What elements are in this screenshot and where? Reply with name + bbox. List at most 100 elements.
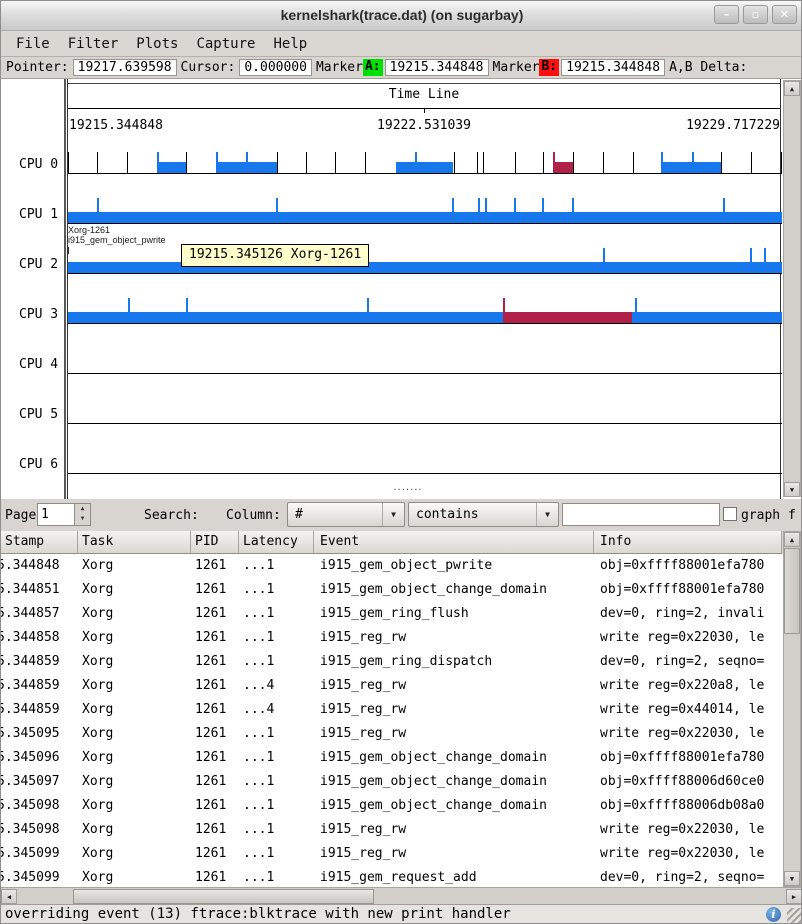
pointer-bar: Pointer: 19217.639598 Cursor: 0.000000 M…: [1, 57, 802, 79]
task-event-tick: [723, 198, 725, 223]
cell-info: obj=0xffff88001efa780: [594, 554, 782, 578]
table-row[interactable]: 5.345098Xorg1261...1i915_reg_rwwrite reg…: [1, 818, 783, 842]
graph-scroll-up-icon[interactable]: ▲: [784, 81, 800, 96]
cell-info: dev=0, ring=2, seqno=: [594, 650, 782, 674]
search-input[interactable]: [562, 503, 720, 526]
cell-info: write reg=0x22030, le: [594, 818, 782, 842]
task-event-tick: [750, 248, 752, 273]
cpu-baseline: [68, 323, 782, 324]
pointer-label: Pointer:: [4, 60, 71, 75]
hscroll-thumb[interactable]: [73, 889, 374, 904]
cell-info: obj=0xffff88001efa780: [594, 746, 782, 770]
table-row[interactable]: 5.345098Xorg1261...1i915_gem_object_chan…: [1, 794, 783, 818]
menu-capture[interactable]: Capture: [187, 33, 264, 55]
col-header-task[interactable]: Task: [78, 531, 191, 554]
scroll-left-icon[interactable]: ◀: [1, 889, 17, 904]
cell-pid: 1261: [191, 818, 239, 842]
col-header-event[interactable]: Event: [314, 531, 594, 554]
cell-latency: ...1: [239, 626, 314, 650]
cell-stamp: 5.345096: [1, 746, 78, 770]
table-row[interactable]: 5.344859Xorg1261...4i915_reg_rwwrite reg…: [1, 698, 783, 722]
match-select[interactable]: contains ▼: [408, 502, 559, 527]
col-header-pid[interactable]: PID: [191, 531, 239, 554]
cell-info: dev=0, ring=2, seqno=: [594, 866, 782, 887]
graph-follows-label: graph f: [741, 508, 796, 523]
scroll-right-icon[interactable]: ▶: [786, 889, 802, 904]
menu-plots[interactable]: Plots: [127, 33, 187, 55]
event-tick: [68, 152, 69, 173]
cell-event: i915_reg_rw: [314, 722, 594, 746]
table-row[interactable]: 5.345095Xorg1261...1i915_reg_rwwrite reg…: [1, 722, 783, 746]
cell-latency: ...1: [239, 554, 314, 578]
table-scroll-up-icon[interactable]: ▲: [784, 532, 800, 547]
table-vscrollbar[interactable]: ▲ ▼: [783, 531, 801, 887]
table-row[interactable]: 5.344848Xorg1261...1i915_gem_object_pwri…: [1, 554, 783, 578]
marker-b-label: Marker: [491, 60, 540, 75]
table-hscrollbar[interactable]: ◀ ▶: [1, 887, 802, 904]
marker-a-badge: A:: [363, 59, 383, 76]
cell-stamp: 5.345099: [1, 866, 78, 887]
col-header-info[interactable]: Info: [594, 531, 782, 554]
event-tick: [365, 152, 366, 173]
cell-event: i915_reg_rw: [314, 674, 594, 698]
cell-task: Xorg: [78, 650, 191, 674]
menu-help[interactable]: Help: [264, 33, 316, 55]
cell-task: Xorg: [78, 674, 191, 698]
cell-task: Xorg: [78, 626, 191, 650]
cell-latency: ...4: [239, 698, 314, 722]
task-event-tick: [367, 298, 369, 323]
menu-filter[interactable]: Filter: [59, 33, 128, 55]
table-row[interactable]: 5.344859Xorg1261...4i915_reg_rwwrite reg…: [1, 674, 783, 698]
event-tick: [186, 152, 187, 173]
maximize-button[interactable]: ▫: [743, 5, 768, 24]
spin-arrows-icon[interactable]: ▲▼: [74, 504, 90, 525]
event-tick: [277, 152, 278, 173]
timeline-plot[interactable]: [67, 79, 781, 499]
search-label: Search:: [144, 508, 199, 523]
cell-pid: 1261: [191, 794, 239, 818]
table-row[interactable]: 5.345099Xorg1261...1i915_gem_request_add…: [1, 866, 783, 887]
table-row[interactable]: 5.344859Xorg1261...1i915_gem_ring_dispat…: [1, 650, 783, 674]
close-button[interactable]: ✕: [772, 5, 797, 24]
event-tick: [477, 152, 478, 173]
col-header-latency[interactable]: Latency: [239, 531, 314, 554]
pane-splitter-handle[interactable]: ·······: [301, 485, 515, 496]
cell-stamp: 5.344851: [1, 578, 78, 602]
menu-file[interactable]: File: [7, 33, 59, 55]
cell-pid: 1261: [191, 650, 239, 674]
task-bar: [396, 162, 453, 173]
table-row[interactable]: 5.345096Xorg1261...1i915_gem_object_chan…: [1, 746, 783, 770]
minimize-button[interactable]: –: [714, 5, 739, 24]
cell-latency: ...1: [239, 770, 314, 794]
graph-scroll-down-icon[interactable]: ▼: [784, 482, 800, 497]
column-select[interactable]: # ▼: [287, 502, 405, 527]
cell-event: i915_gem_ring_dispatch: [314, 650, 594, 674]
resize-grip-icon[interactable]: [787, 908, 802, 924]
table-row[interactable]: 5.344851Xorg1261...1i915_gem_object_chan…: [1, 578, 783, 602]
task-event-tick: [635, 298, 637, 323]
page-spinbox[interactable]: 1 ▲▼: [37, 503, 91, 526]
info-icon[interactable]: i: [766, 907, 781, 922]
col-header-stamp[interactable]: Stamp: [1, 531, 78, 554]
task-bar: [553, 162, 573, 173]
cpu-row-label: CPU 0: [19, 157, 58, 172]
table-row[interactable]: 5.344858Xorg1261...1i915_reg_rwwrite reg…: [1, 626, 783, 650]
page-label: Page: [5, 508, 36, 523]
graph-follows-checkbox[interactable]: [723, 507, 737, 521]
table-row[interactable]: 5.344857Xorg1261...1i915_gem_ring_flushd…: [1, 602, 783, 626]
graph-vscrollbar[interactable]: ▲ ▼: [783, 80, 801, 497]
event-tick: [454, 152, 455, 173]
chevron-down-icon: ▼: [382, 503, 404, 526]
cell-stamp: 5.345097: [1, 770, 78, 794]
title-bar[interactable]: kernelshark(trace.dat) (on sugarbay) – ▫…: [1, 1, 802, 31]
table-scroll-thumb[interactable]: [784, 548, 800, 634]
table-row[interactable]: 5.345099Xorg1261...1i915_reg_rwwrite reg…: [1, 842, 783, 866]
menu-bar: File Filter Plots Capture Help: [1, 31, 802, 57]
cell-latency: ...1: [239, 746, 314, 770]
event-tick: [751, 152, 752, 173]
event-tick: [97, 152, 98, 173]
table-scroll-down-icon[interactable]: ▼: [784, 871, 800, 886]
cell-latency: ...1: [239, 650, 314, 674]
table-row[interactable]: 5.345097Xorg1261...1i915_gem_object_chan…: [1, 770, 783, 794]
task-event-tick: [485, 198, 487, 223]
